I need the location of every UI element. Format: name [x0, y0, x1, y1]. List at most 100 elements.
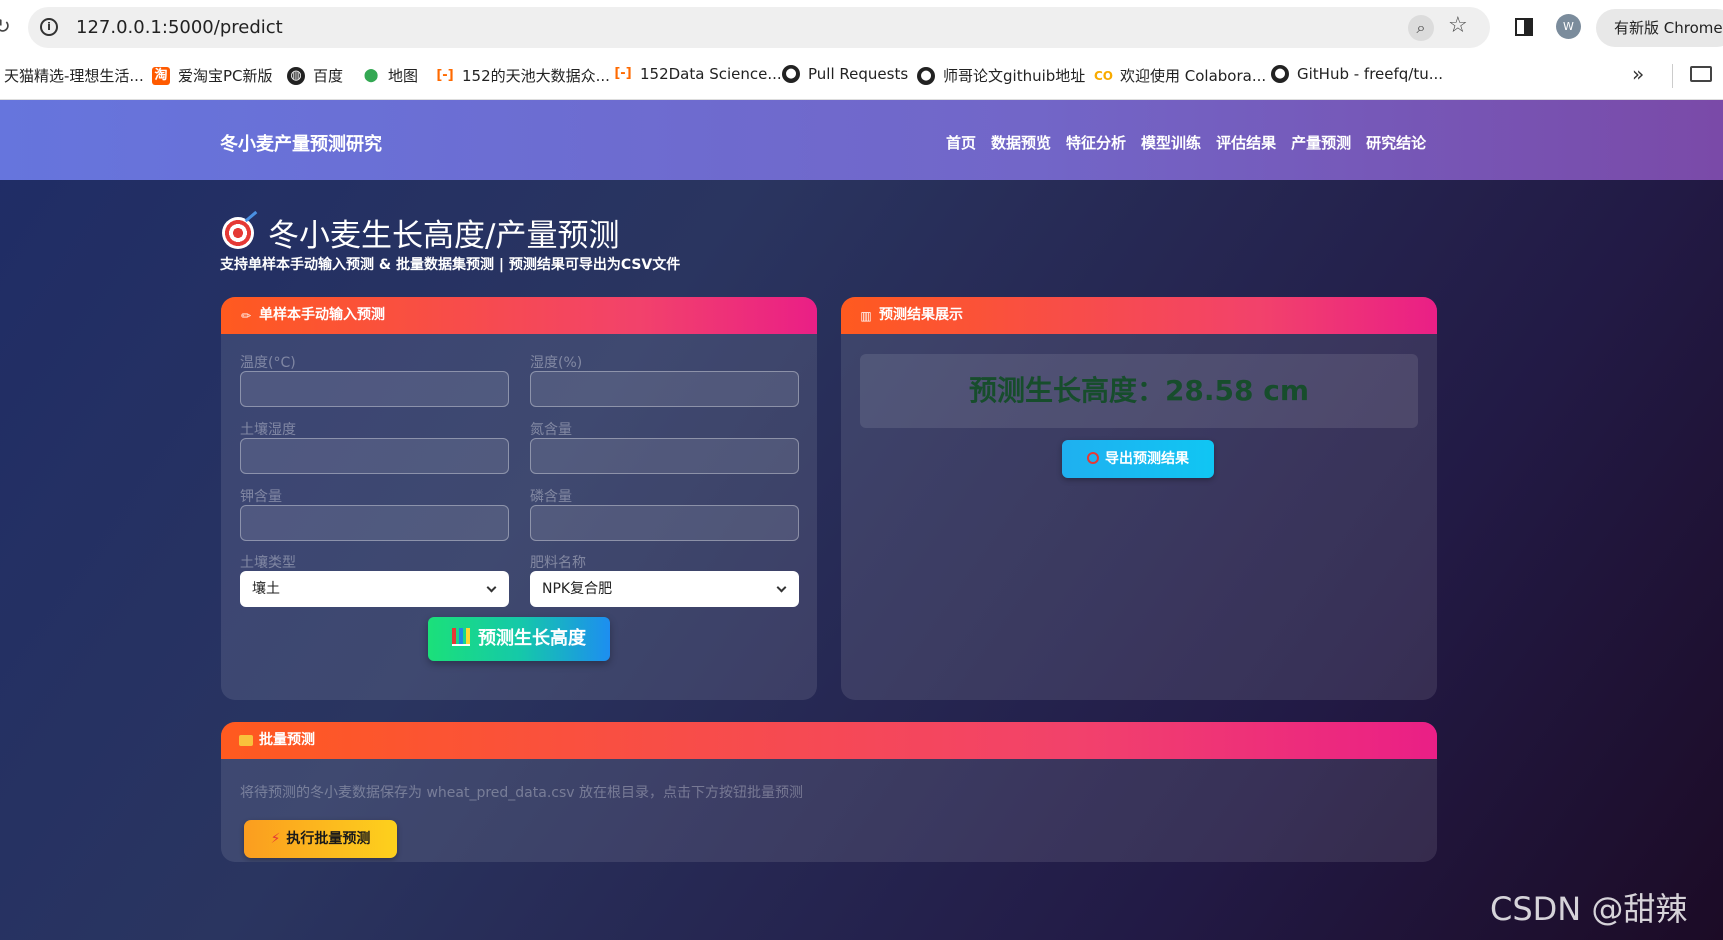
humidity-label: 湿度(%)	[530, 355, 583, 371]
nav-link-data-preview[interactable]: 数据预览	[991, 132, 1051, 153]
bookmark-label: 地图	[388, 67, 419, 85]
taobao-icon: 淘	[152, 66, 170, 85]
zoom-icon[interactable]: ⌕	[1408, 15, 1434, 41]
export-button-label: 导出预测结果	[1105, 451, 1189, 467]
globe-icon: ◍	[287, 66, 305, 85]
target-icon	[222, 216, 254, 249]
potassium-input[interactable]	[240, 505, 509, 541]
site-navbar: 冬小麦产量预测研究 首页 数据预览 特征分析 模型训练 评估结果 产量预测 研究…	[0, 100, 1723, 180]
chart-icon	[452, 628, 470, 646]
pencil-icon: ✏	[240, 308, 252, 323]
bookmark-item[interactable]: ● 师哥论文githuib地址	[917, 65, 1085, 86]
colab-icon: CO	[1094, 68, 1114, 83]
phosphorus-label: 磷含量	[530, 489, 572, 505]
humidity-input[interactable]	[530, 371, 799, 407]
bookmarks-divider	[1672, 64, 1673, 88]
card-header: ✏ 单样本手动输入预测	[221, 297, 817, 334]
potassium-label: 钾含量	[240, 489, 282, 505]
nitrogen-input[interactable]	[530, 438, 799, 474]
card-title: 批量预测	[259, 732, 315, 748]
bookmark-label: GitHub - freefq/tu...	[1297, 65, 1444, 83]
bookmark-label: 欢迎使用 Colabora...	[1120, 67, 1267, 85]
reload-icon[interactable]: ↻	[0, 14, 11, 38]
predict-height-button[interactable]: 预测生长高度	[428, 617, 610, 661]
batch-button-label: 执行批量预测	[286, 831, 371, 847]
bookmark-item[interactable]: ● Pull Requests	[782, 65, 908, 83]
fertilizer-select[interactable]: NPK复合肥	[530, 571, 799, 607]
prediction-result: 预测生长高度：28.58 cm	[860, 354, 1418, 428]
bookmark-label: 152Data Science...	[640, 65, 782, 83]
site-brand[interactable]: 冬小麦产量预测研究	[220, 130, 382, 156]
nav-link-feature-analysis[interactable]: 特征分析	[1066, 132, 1126, 153]
refresh-icon	[1087, 452, 1099, 464]
watermark: CSDN @甜辣uu	[1490, 890, 1688, 940]
lightning-icon: ⚡	[270, 831, 281, 847]
temperature-input[interactable]	[240, 371, 509, 407]
nav-link-prediction[interactable]: 产量预测	[1291, 132, 1351, 153]
card-title: 单样本手动输入预测	[259, 307, 385, 323]
address-bar[interactable]: i 127.0.0.1:5000/predict ⌕ ☆	[28, 7, 1490, 48]
bookmark-label: 师哥论文githuib地址	[943, 67, 1086, 85]
maps-pin-icon: ⬤	[363, 67, 379, 83]
chart-icon: ▥	[860, 308, 872, 323]
soil-moisture-label: 土壤湿度	[240, 422, 296, 438]
temperature-label: 温度(°C)	[240, 355, 296, 371]
page-title: 冬小麦生长高度/产量预测	[268, 218, 620, 254]
folder-icon	[239, 735, 253, 746]
export-results-button[interactable]: 导出预测结果	[1062, 440, 1214, 478]
bookmark-label: 百度	[313, 67, 344, 85]
more-bookmarks-icon[interactable]: »	[1632, 62, 1644, 86]
nav-link-model-training[interactable]: 模型训练	[1141, 132, 1201, 153]
run-batch-button[interactable]: ⚡ 执行批量预测	[244, 820, 397, 858]
card-header: ▥ 预测结果展示	[841, 297, 1437, 334]
bookmark-star-icon[interactable]: ☆	[1448, 13, 1468, 38]
bookmark-item[interactable]: 天猫精选-理想生活...	[4, 65, 144, 86]
phosphorus-input[interactable]	[530, 505, 799, 541]
page-subtitle: 支持单样本手动输入预测 & 批量数据集预测 | 预测结果可导出为CSV文件	[220, 257, 681, 273]
fertilizer-value: NPK复合肥	[542, 581, 613, 597]
nav-link-home[interactable]: 首页	[946, 132, 976, 153]
bookmark-item[interactable]: ● GitHub - freefq/tu...	[1271, 65, 1443, 83]
result-card: ▥ 预测结果展示 预测生长高度：28.58 cm 导出预测结果	[841, 297, 1437, 700]
manual-input-card: ✏ 单样本手动输入预测 温度(°C) 湿度(%) 土壤湿度 氮含量 钾含量 磷含…	[221, 297, 817, 700]
folder-icon[interactable]	[1690, 66, 1712, 82]
github-icon: ●	[917, 66, 935, 85]
tianchi-icon: [-]	[436, 67, 454, 83]
side-panel-icon[interactable]	[1515, 18, 1533, 36]
nitrogen-label: 氮含量	[530, 422, 572, 438]
bookmark-item[interactable]: [-] 152Data Science...	[614, 65, 782, 83]
bookmarks-bar: 天猫精选-理想生活... 淘 爱淘宝PC新版 ◍ 百度 ⬤ 地图 [-] 152…	[0, 52, 1723, 100]
soil-moisture-input[interactable]	[240, 438, 509, 474]
batch-hint: 将待预测的冬小麦数据保存为 wheat_pred_data.csv 放在根目录，…	[240, 785, 803, 801]
site-info-icon[interactable]: i	[40, 18, 58, 36]
profile-avatar[interactable]: W	[1556, 14, 1581, 39]
browser-toolbar: ↻ i 127.0.0.1:5000/predict ⌕ ☆ W 有新版 Chr…	[0, 0, 1723, 52]
bookmark-item[interactable]: ◍ 百度	[287, 65, 343, 86]
chevron-down-icon	[486, 582, 497, 593]
bookmark-label: 天猫精选-理想生活...	[4, 67, 144, 85]
nav-links: 首页 数据预览 特征分析 模型训练 评估结果 产量预测 研究结论	[946, 132, 1441, 153]
predict-button-label: 预测生长高度	[478, 628, 586, 649]
bookmark-label: Pull Requests	[808, 65, 909, 83]
chevron-down-icon	[776, 582, 787, 593]
bookmark-label: 152的天池大数据众...	[462, 67, 610, 85]
bookmark-item[interactable]: ⬤ 地图	[362, 65, 418, 86]
card-title: 预测结果展示	[879, 307, 963, 323]
nav-link-evaluation[interactable]: 评估结果	[1216, 132, 1276, 153]
github-icon: ●	[1271, 65, 1289, 83]
github-icon: ●	[782, 65, 800, 83]
batch-card: 批量预测 将待预测的冬小麦数据保存为 wheat_pred_data.csv 放…	[221, 722, 1437, 862]
tianchi-icon: [-]	[614, 66, 632, 81]
soil-type-value: 壤土	[252, 581, 280, 597]
chrome-update-button[interactable]: 有新版 Chrome	[1596, 9, 1723, 47]
page-body: 冬小麦产量预测研究 首页 数据预览 特征分析 模型训练 评估结果 产量预测 研究…	[0, 100, 1723, 940]
soil-type-label: 土壤类型	[240, 555, 296, 571]
bookmark-item[interactable]: 淘 爱淘宝PC新版	[152, 65, 273, 86]
page-title-row: 冬小麦生长高度/产量预测	[222, 210, 619, 255]
bookmark-item[interactable]: CO 欢迎使用 Colabora...	[1094, 65, 1266, 86]
url-text[interactable]: 127.0.0.1:5000/predict	[76, 17, 283, 38]
soil-type-select[interactable]: 壤土	[240, 571, 509, 607]
nav-link-conclusion[interactable]: 研究结论	[1366, 132, 1426, 153]
bookmark-label: 爱淘宝PC新版	[178, 67, 273, 85]
bookmark-item[interactable]: [-] 152的天池大数据众...	[436, 65, 610, 86]
